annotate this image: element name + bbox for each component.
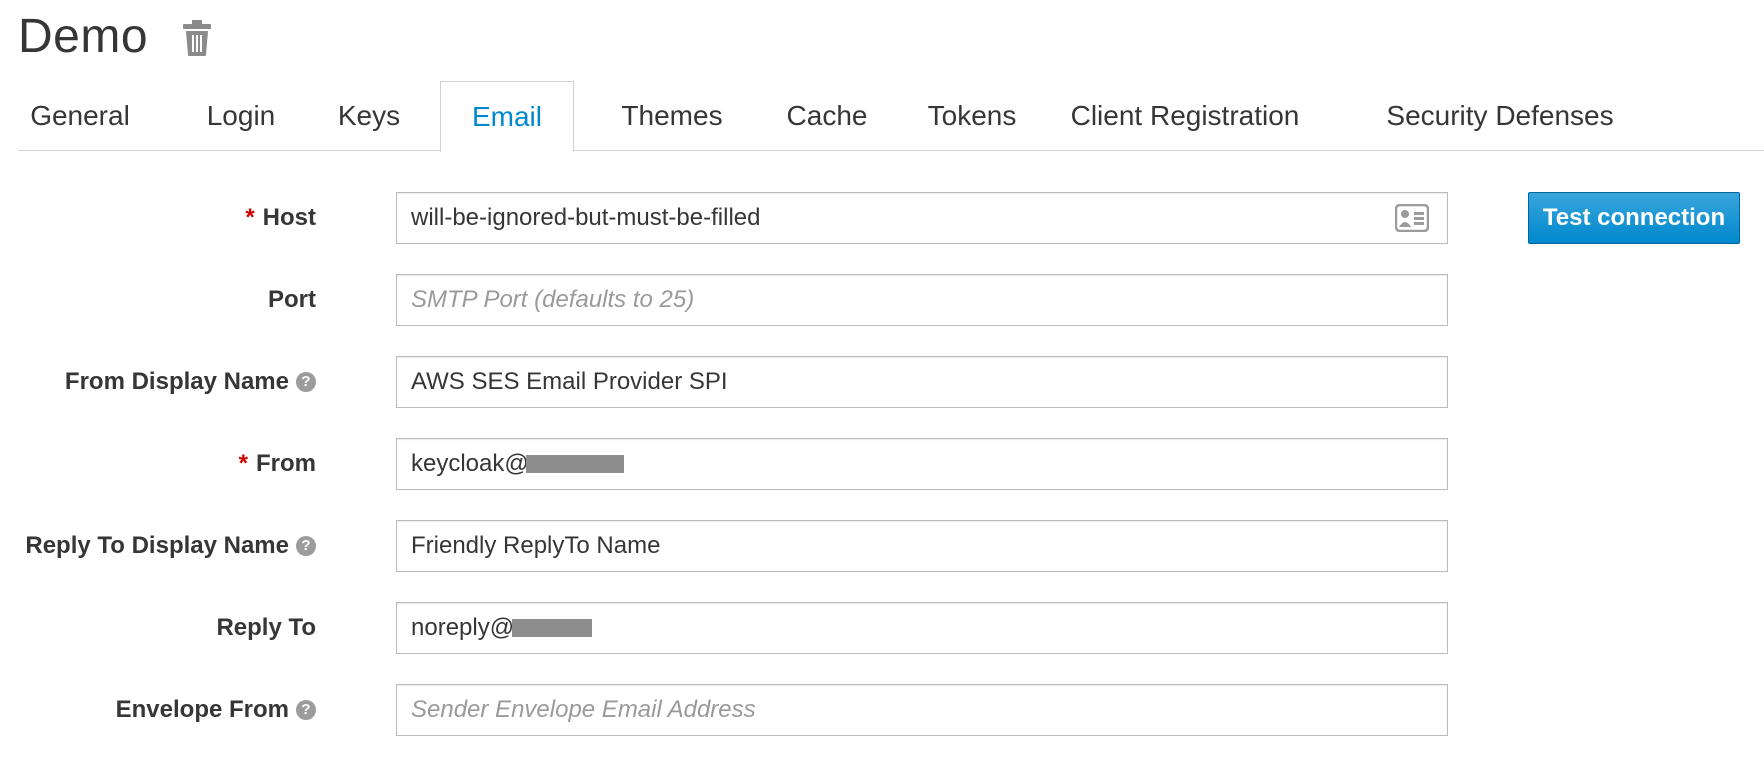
from-display-name-label-text: From Display Name [64,368,289,395]
host-label-text: Host [262,204,316,231]
port-label: Port [268,286,316,313]
reply-to-display-name-label: Reply To Display Name ? [25,520,316,572]
from-display-name-label: From Display Name ? [65,356,316,408]
from-label: * From [239,438,316,490]
tab-client-registration[interactable]: Client Registration [1054,81,1316,151]
required-asterisk: * [245,204,255,231]
redaction-bar [526,455,624,473]
page-title: Demo [18,9,149,63]
host-input[interactable] [396,192,1448,244]
tab-security-defenses[interactable]: Security Defenses [1356,81,1644,151]
from-label-text: From [256,450,316,477]
help-icon[interactable]: ? [296,700,316,720]
trash-icon[interactable] [182,19,212,57]
from-display-name-row: From Display Name ? [0,356,1764,408]
envelope-from-label-text: Envelope From [115,696,289,723]
host-label: * Host [245,192,316,244]
envelope-from-row: Envelope From ? [0,684,1764,736]
tab-keys[interactable]: Keys [318,81,420,151]
reply-to-display-name-row: Reply To Display Name ? [0,520,1764,572]
reply-to-row: Reply To [0,602,1764,654]
port-input[interactable] [396,274,1448,326]
from-display-name-input[interactable] [396,356,1448,408]
redaction-bar [512,619,592,637]
test-connection-button[interactable]: Test connection [1528,192,1740,244]
page-header: Demo [18,6,212,66]
tab-themes[interactable]: Themes [594,81,750,151]
tab-cache[interactable]: Cache [762,81,892,151]
required-asterisk: * [238,450,248,477]
reply-to-display-name-input[interactable] [396,520,1448,572]
envelope-from-label: Envelope From ? [116,684,316,736]
realm-settings-tabs: General Login Keys Email Themes Cache To… [18,81,1764,152]
port-row: Port [0,274,1764,326]
tab-login[interactable]: Login [190,81,292,151]
help-icon[interactable]: ? [296,372,316,392]
envelope-from-input[interactable] [396,684,1448,736]
tab-email[interactable]: Email [440,81,574,152]
from-row: * From [0,438,1764,490]
host-row: * Host [0,192,1764,244]
help-icon[interactable]: ? [296,536,316,556]
contact-card-icon [1395,204,1429,232]
tab-general[interactable]: General [18,81,142,151]
tab-tokens[interactable]: Tokens [904,81,1040,151]
reply-to-display-name-label-text: Reply To Display Name [25,532,289,559]
reply-to-label: Reply To [216,614,316,641]
